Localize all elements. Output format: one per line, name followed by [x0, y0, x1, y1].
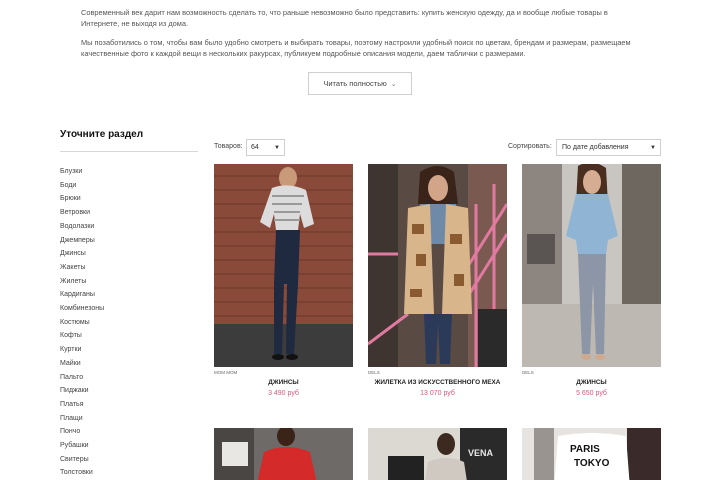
sidebar-item[interactable]: Свитеры: [60, 453, 104, 467]
sidebar-item[interactable]: Плащи: [60, 412, 104, 426]
items-count-select[interactable]: 64 ▼: [246, 139, 285, 156]
items-count-value: 64: [251, 144, 259, 151]
product-price: 3 490 руб: [268, 390, 299, 397]
sidebar-item[interactable]: Рубашки: [60, 439, 104, 453]
sidebar-item[interactable]: Куртки: [60, 343, 104, 357]
tshirt-print-line-2: TOKYO: [574, 458, 610, 469]
sidebar-item[interactable]: Кофты: [60, 329, 104, 343]
intro-text: Современный век дарит нам возможность сд…: [81, 8, 641, 68]
sidebar-divider: [60, 151, 198, 152]
product-price: 5 650 руб: [576, 390, 607, 397]
product-brand: DELS: [522, 370, 534, 375]
items-count-label: Товаров:: [214, 143, 243, 150]
sort-value: По дате добавления: [562, 144, 629, 151]
intro-paragraph-1: Современный век дарит нам возможность сд…: [81, 8, 608, 28]
sidebar-item[interactable]: Майки: [60, 357, 104, 371]
chevron-down-icon: ⌄: [390, 80, 397, 88]
sidebar-item[interactable]: Джинсы: [60, 247, 104, 261]
sidebar-item[interactable]: Пончо: [60, 425, 104, 439]
sort-label: Сортировать:: [508, 143, 552, 150]
read-more-label: Читать полностью: [323, 79, 387, 88]
sidebar-item[interactable]: Кардиганы: [60, 288, 104, 302]
product-photo[interactable]: VENA: [368, 428, 507, 480]
sidebar-item[interactable]: Блузки: [60, 165, 104, 179]
photo-signage: VENA: [468, 448, 494, 458]
product-name[interactable]: ДЖИНСЫ: [214, 379, 353, 386]
product-card[interactable]: DELS ДЖИНСЫ 5 650 руб: [522, 164, 661, 397]
product-photo[interactable]: [368, 164, 507, 367]
sidebar-item[interactable]: Платья: [60, 398, 104, 412]
sidebar-item[interactable]: Брюки: [60, 192, 104, 206]
intro-paragraph-2: Мы позаботились о том, чтобы вам было уд…: [81, 38, 631, 58]
sidebar-item[interactable]: Толстовки: [60, 466, 104, 480]
sidebar-category-list: Блузки Боди Брюки Ветровки Водолазки Дже…: [60, 165, 104, 480]
read-more-button[interactable]: Читать полностью ⌄: [308, 72, 412, 95]
sidebar-item[interactable]: Костюмы: [60, 316, 104, 330]
sort-select[interactable]: По дате добавления ▼: [556, 139, 661, 156]
sidebar-item[interactable]: Пальто: [60, 371, 104, 385]
sidebar-item[interactable]: Джемперы: [60, 234, 104, 248]
sidebar-item[interactable]: Боди: [60, 179, 104, 193]
dropdown-arrow-icon: ▼: [274, 144, 280, 151]
product-photo[interactable]: [522, 164, 661, 367]
sidebar-item[interactable]: Жилеты: [60, 275, 104, 289]
product-price: 13 070 руб: [420, 390, 455, 397]
sidebar-item[interactable]: Ветровки: [60, 206, 104, 220]
sidebar-item[interactable]: Водолазки: [60, 220, 104, 234]
dropdown-arrow-icon: ▼: [650, 144, 656, 151]
product-photo[interactable]: PARIS TOKYO: [522, 428, 661, 480]
product-brand: MOM MOM: [214, 370, 238, 375]
sidebar-title: Уточните раздел: [60, 129, 144, 140]
product-name[interactable]: ДЖИНСЫ: [522, 379, 661, 386]
product-card[interactable]: MOM MOM ДЖИНСЫ 3 490 руб: [214, 164, 353, 397]
product-photo[interactable]: [214, 164, 353, 367]
product-card[interactable]: DELS ЖИЛЕТКА ИЗ ИСКУССТВЕННОГО МЕХА 13 0…: [368, 164, 507, 397]
sidebar-item[interactable]: Пиджаки: [60, 384, 104, 398]
product-photo[interactable]: [214, 428, 353, 480]
sidebar-item[interactable]: Комбинезоны: [60, 302, 104, 316]
tshirt-print-line-1: PARIS: [570, 444, 600, 455]
product-name[interactable]: ЖИЛЕТКА ИЗ ИСКУССТВЕННОГО МЕХА: [368, 379, 507, 386]
product-brand: DELS: [368, 370, 380, 375]
sidebar-item[interactable]: Жакеты: [60, 261, 104, 275]
